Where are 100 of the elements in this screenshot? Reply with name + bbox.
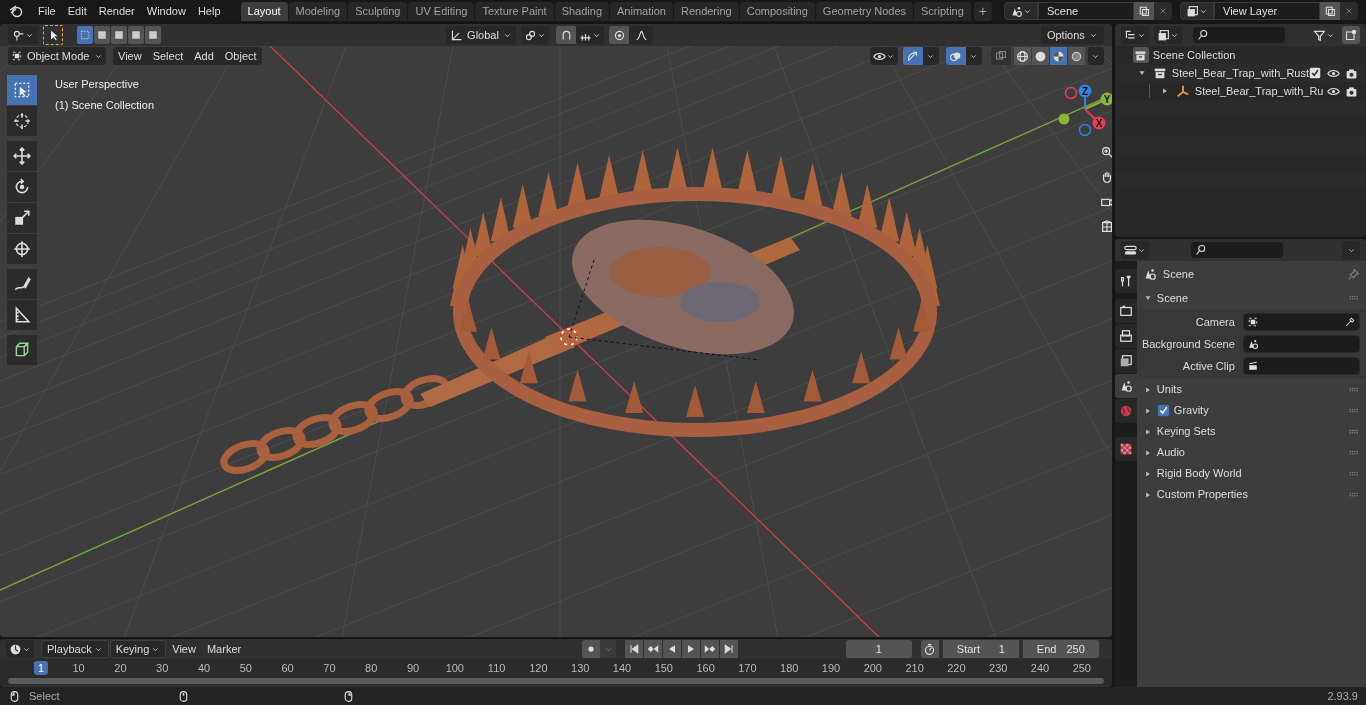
preview-range-toggle[interactable] xyxy=(920,640,939,659)
view-layer-field[interactable]: View Layer xyxy=(1214,2,1320,20)
menu-item[interactable]: Help xyxy=(191,1,227,21)
properties-tab[interactable] xyxy=(1114,349,1137,373)
workspace-tab[interactable]: Rendering xyxy=(673,1,739,21)
tool-button[interactable] xyxy=(7,141,37,171)
panel-header[interactable]: Audio xyxy=(1136,442,1366,463)
proportional-edit-toggle[interactable] xyxy=(609,26,629,44)
properties-tab[interactable] xyxy=(1114,324,1137,348)
scene-type-button[interactable] xyxy=(1004,2,1038,20)
duplicate-button[interactable] xyxy=(1320,2,1340,20)
menu-item[interactable]: Keying xyxy=(109,640,167,659)
workspace-tab[interactable]: Scripting xyxy=(914,1,971,21)
camera-field[interactable] xyxy=(1242,313,1360,331)
overlay-toggle[interactable] xyxy=(945,47,966,65)
menu-item[interactable]: Select xyxy=(147,47,189,65)
tool-button[interactable] xyxy=(7,172,37,202)
properties-tab[interactable] xyxy=(1114,269,1137,293)
camera-icon[interactable] xyxy=(1345,84,1358,98)
xray-toggle[interactable] xyxy=(990,47,1011,65)
playback-button[interactable] xyxy=(625,640,644,659)
clip-field[interactable] xyxy=(1242,357,1360,375)
view-layer-type-button[interactable] xyxy=(1180,2,1214,20)
editor-type-button[interactable] xyxy=(1120,241,1149,259)
playhead-frame[interactable]: 1 xyxy=(33,661,49,676)
playback-button[interactable] xyxy=(701,640,720,659)
tool-button[interactable] xyxy=(7,106,37,136)
current-frame-field[interactable]: 1 xyxy=(845,640,912,659)
workspace-tab[interactable]: Sculpting xyxy=(348,1,408,21)
workspace-tab[interactable]: Compositing xyxy=(739,1,815,21)
snap-target-dropdown[interactable] xyxy=(576,26,604,44)
close-button[interactable] xyxy=(1154,2,1172,20)
visibility-dropdown[interactable] xyxy=(869,47,898,65)
menu-item[interactable]: View xyxy=(113,47,147,65)
shading-mode-button[interactable] xyxy=(1013,47,1031,65)
add-workspace-button[interactable]: + xyxy=(973,1,992,21)
scene-field[interactable] xyxy=(1242,335,1360,353)
menu-item[interactable]: Render xyxy=(92,1,141,21)
playback-button[interactable] xyxy=(682,640,701,659)
close-button[interactable] xyxy=(1340,2,1358,20)
menu-item[interactable]: View xyxy=(167,640,201,659)
navigation-gizmo[interactable]: Z Y X xyxy=(1055,81,1112,157)
outliner-item[interactable]: Scene Collection xyxy=(1152,46,1236,64)
workspace-tab[interactable]: Animation xyxy=(610,1,673,21)
select-mode-button[interactable] xyxy=(77,26,93,44)
workspace-tab[interactable]: Shading xyxy=(554,1,610,21)
properties-tab[interactable] xyxy=(1114,437,1137,461)
select-mode-button[interactable] xyxy=(145,26,161,44)
properties-tab[interactable] xyxy=(1114,374,1137,398)
panel-header[interactable]: Gravity xyxy=(1136,400,1366,421)
tool-button[interactable] xyxy=(7,203,37,233)
camera-icon[interactable] xyxy=(1345,66,1358,80)
workspace-tab[interactable]: UV Editing xyxy=(408,1,475,21)
search-field[interactable] xyxy=(1190,242,1283,258)
new-collection-button[interactable] xyxy=(1342,26,1360,44)
menu-item[interactable]: Window xyxy=(140,1,192,21)
menu-item[interactable]: File xyxy=(32,1,62,21)
panel-header[interactable]: Rigid Body World xyxy=(1136,463,1366,484)
select-mode-button[interactable] xyxy=(128,26,144,44)
panel-header[interactable]: Custom Properties xyxy=(1136,484,1366,505)
scene-field[interactable]: Scene xyxy=(1038,2,1134,20)
select-mode-button[interactable] xyxy=(94,26,110,44)
workspace-tab[interactable]: Texture Paint xyxy=(475,1,554,21)
properties-tab[interactable] xyxy=(1114,299,1137,323)
pivot-dropdown[interactable] xyxy=(521,26,549,44)
duplicate-button[interactable] xyxy=(1134,2,1154,20)
scrollbar-thumb[interactable] xyxy=(8,678,1104,685)
editor-type-button[interactable] xyxy=(6,640,34,659)
eyedropper-icon[interactable] xyxy=(1344,316,1356,328)
shading-mode-button[interactable] xyxy=(1049,47,1067,65)
tool-button[interactable] xyxy=(7,300,37,330)
falloff-dropdown[interactable] xyxy=(629,26,653,44)
start-frame-field[interactable]: 1 xyxy=(998,640,1005,658)
workspace-tab[interactable]: Geometry Nodes xyxy=(815,1,913,21)
record-button[interactable] xyxy=(582,640,601,659)
search-field[interactable] xyxy=(1192,27,1285,43)
tool-button[interactable] xyxy=(7,269,37,299)
mode-dropdown[interactable]: Object Mode xyxy=(8,47,106,65)
tool-button[interactable] xyxy=(7,75,37,105)
tool-button[interactable] xyxy=(7,234,37,264)
end-frame-field[interactable]: 250 xyxy=(1066,640,1085,658)
menu-item[interactable]: Marker xyxy=(201,640,247,659)
checkbox-icon[interactable] xyxy=(1309,67,1321,79)
menu-item[interactable]: Object xyxy=(219,47,262,65)
outliner-item[interactable]: Steel_Bear_Trap_with_Rust xyxy=(1171,64,1309,82)
shading-mode-button[interactable] xyxy=(1031,47,1049,65)
tool-button[interactable] xyxy=(7,335,37,365)
shading-mode-button[interactable] xyxy=(1067,47,1085,65)
snap-toggle[interactable] xyxy=(556,26,576,44)
panel-header[interactable]: Keying Sets xyxy=(1136,421,1366,442)
playback-button[interactable] xyxy=(644,640,663,659)
gizmo-toggle[interactable] xyxy=(902,47,923,65)
editor-type-button[interactable] xyxy=(8,26,38,44)
transform-orientation-dropdown[interactable]: Global xyxy=(446,26,516,44)
panel-header[interactable]: Units xyxy=(1136,379,1366,400)
outliner-item[interactable]: Steel_Bear_Trap_with_Ru xyxy=(1194,82,1327,100)
select-tool-button[interactable] xyxy=(43,25,63,45)
panel-header[interactable]: Scene xyxy=(1136,287,1366,309)
checkbox-icon[interactable] xyxy=(1156,404,1170,417)
workspace-tab[interactable]: Modeling xyxy=(288,1,348,21)
